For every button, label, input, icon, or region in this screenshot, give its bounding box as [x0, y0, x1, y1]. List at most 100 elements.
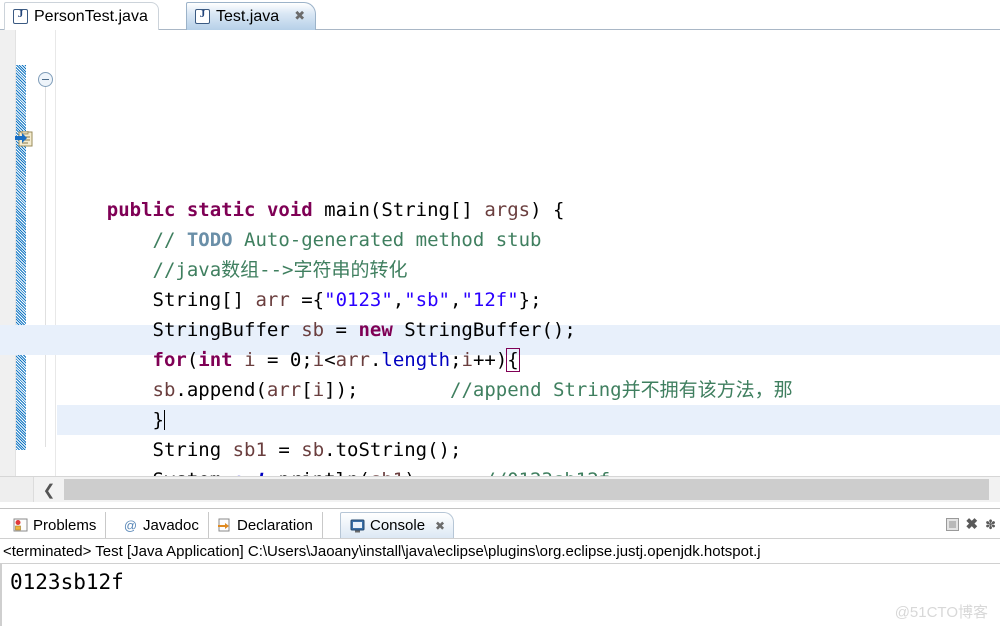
tab-console[interactable]: Console ✖ [340, 512, 455, 538]
view-menu-icon[interactable]: ✽ [985, 518, 996, 531]
todo-task-icon [15, 131, 33, 147]
javadoc-icon: @ [123, 517, 138, 533]
annotation-ruler [0, 30, 16, 476]
code-token: for [152, 349, 187, 371]
code-token: , [392, 289, 405, 311]
code-token: = 0; [255, 349, 313, 371]
code-line: StringBuffer sb = new StringBuffer(); [57, 315, 1000, 345]
code-token: TODO [186, 229, 233, 251]
collapse-fold-icon[interactable] [38, 72, 53, 87]
editor-tab-test[interactable]: Test.java ✖ [186, 2, 332, 31]
code-token: ]); [324, 379, 450, 401]
code-token: public [106, 199, 176, 221]
code-token: .toString(); [324, 439, 462, 461]
code-line: System.out.println(sb1); //0123sb12f [57, 465, 1000, 476]
code-token: //java数组-->字符串的转化 [152, 259, 408, 281]
change-indicator-bar [16, 65, 26, 450]
scrollbar-thumb[interactable] [64, 479, 989, 500]
code-token: ( [186, 349, 199, 371]
eclipse-ide-window: PersonTest.java Test.java ✖ public stat [0, 0, 1000, 626]
code-token: //0123sb12f [484, 469, 610, 476]
editor-horizontal-scrollbar[interactable]: ❮ [0, 476, 1000, 502]
code-token: i [461, 349, 473, 371]
code-token: ={ [289, 289, 325, 311]
tab-javadoc[interactable]: @ Javadoc [114, 512, 209, 538]
tab-declaration[interactable]: Declaration [208, 512, 323, 538]
tab-problems[interactable]: Problems [4, 512, 107, 538]
text-caret [163, 410, 165, 430]
code-token: arr [335, 349, 370, 371]
tab-label: Declaration [237, 516, 313, 534]
code-editor[interactable]: public static void main(String[] args) {… [0, 30, 1000, 476]
bottom-view-tab-bar: Problems @ Javadoc Declaration Console ✖ [0, 508, 1000, 538]
code-token: new [358, 319, 393, 341]
code-token: String [61, 439, 233, 461]
code-token: length [381, 349, 451, 371]
editor-tab-label: Test.java [216, 7, 280, 25]
code-token: StringBuffer [61, 319, 302, 341]
console-launch-header: <terminated> Test [Java Application] C:\… [0, 538, 1000, 564]
console-output-area[interactable]: 0123sb12f @51CTO博客 [0, 564, 1000, 626]
code-token: = [324, 319, 359, 341]
scroll-left-icon[interactable]: ❮ [36, 477, 62, 502]
code-token: main(String[] [312, 199, 485, 221]
code-line: String[] arr ={"0123","sb","12f"}; [57, 285, 1000, 315]
declaration-icon [218, 518, 230, 532]
code-token: sb [152, 379, 176, 401]
tab-label: Console [370, 517, 426, 534]
code-token: System. [61, 469, 233, 476]
code-token: ); [404, 469, 484, 476]
code-token: i [244, 349, 256, 371]
code-token: "0123" [324, 289, 393, 311]
code-token: ; [450, 349, 462, 371]
code-token: i [312, 349, 325, 371]
remove-launch-icon[interactable]: ✖ [966, 517, 979, 532]
code-token: void [266, 199, 313, 221]
code-token: [ [301, 379, 313, 401]
code-token: sb1 [232, 439, 267, 461]
problems-icon [13, 518, 28, 532]
code-token: .append( [175, 379, 267, 401]
java-file-icon [13, 8, 28, 24]
code-token: < [324, 349, 336, 371]
code-token: Auto-generated method stub [232, 229, 542, 251]
tab-label: Javadoc [143, 516, 199, 534]
code-line: String sb1 = sb.toString(); [57, 435, 1000, 465]
console-output-text: 0123sb12f [10, 570, 124, 594]
code-text-area[interactable]: public static void main(String[] args) {… [57, 30, 1000, 476]
close-icon[interactable]: ✖ [294, 9, 305, 22]
code-line: public static void main(String[] args) { [57, 195, 1000, 225]
code-token: . [369, 349, 382, 371]
code-token: ++) [472, 349, 508, 371]
code-token: sb1 [370, 469, 404, 476]
editor-tab-bar: PersonTest.java Test.java ✖ [0, 0, 1000, 31]
code-token: sb [301, 439, 325, 461]
editor-tab-persontest[interactable]: PersonTest.java [4, 2, 159, 30]
code-token: sb [301, 319, 325, 341]
code-token: .println( [267, 469, 370, 476]
code-token: = [266, 439, 302, 461]
code-line: sb.append(arr[i]); //append String并不拥有该方… [57, 375, 1000, 405]
tab-label: Problems [33, 516, 97, 534]
console-icon [350, 519, 365, 532]
stop-square-icon[interactable] [945, 517, 959, 531]
close-icon[interactable]: ✖ [435, 519, 445, 533]
code-line: } [57, 405, 1000, 435]
code-token: "12f" [461, 289, 519, 311]
folding-column[interactable] [34, 30, 56, 476]
code-line: // TODO Auto-generated method stub [57, 225, 1000, 255]
editor-tab-label: PersonTest.java [34, 7, 148, 25]
code-line: //java数组-->字符串的转化 [57, 255, 1000, 285]
code-token: , [449, 289, 462, 311]
code-token: i [312, 379, 325, 401]
code-token: int [198, 349, 233, 371]
code-token: //append String并不拥有该方法，那 [450, 379, 793, 401]
code-token: }; [518, 289, 542, 311]
